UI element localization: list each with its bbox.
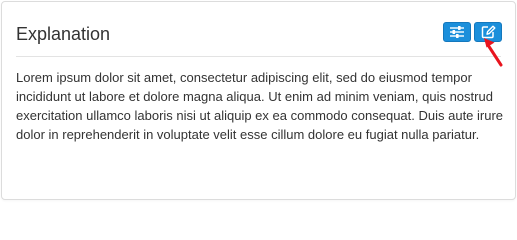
sliders-icon <box>449 26 465 38</box>
settings-button[interactable] <box>443 22 471 42</box>
explanation-panel: Explanation Lorem ipsum dolor sit amet, … <box>1 1 516 200</box>
explanation-text: Lorem ipsum dolor sit amet, consectetur … <box>16 70 504 142</box>
red-arrow-icon <box>482 36 504 73</box>
title-divider <box>16 56 501 57</box>
panel-title: Explanation <box>16 24 111 44</box>
